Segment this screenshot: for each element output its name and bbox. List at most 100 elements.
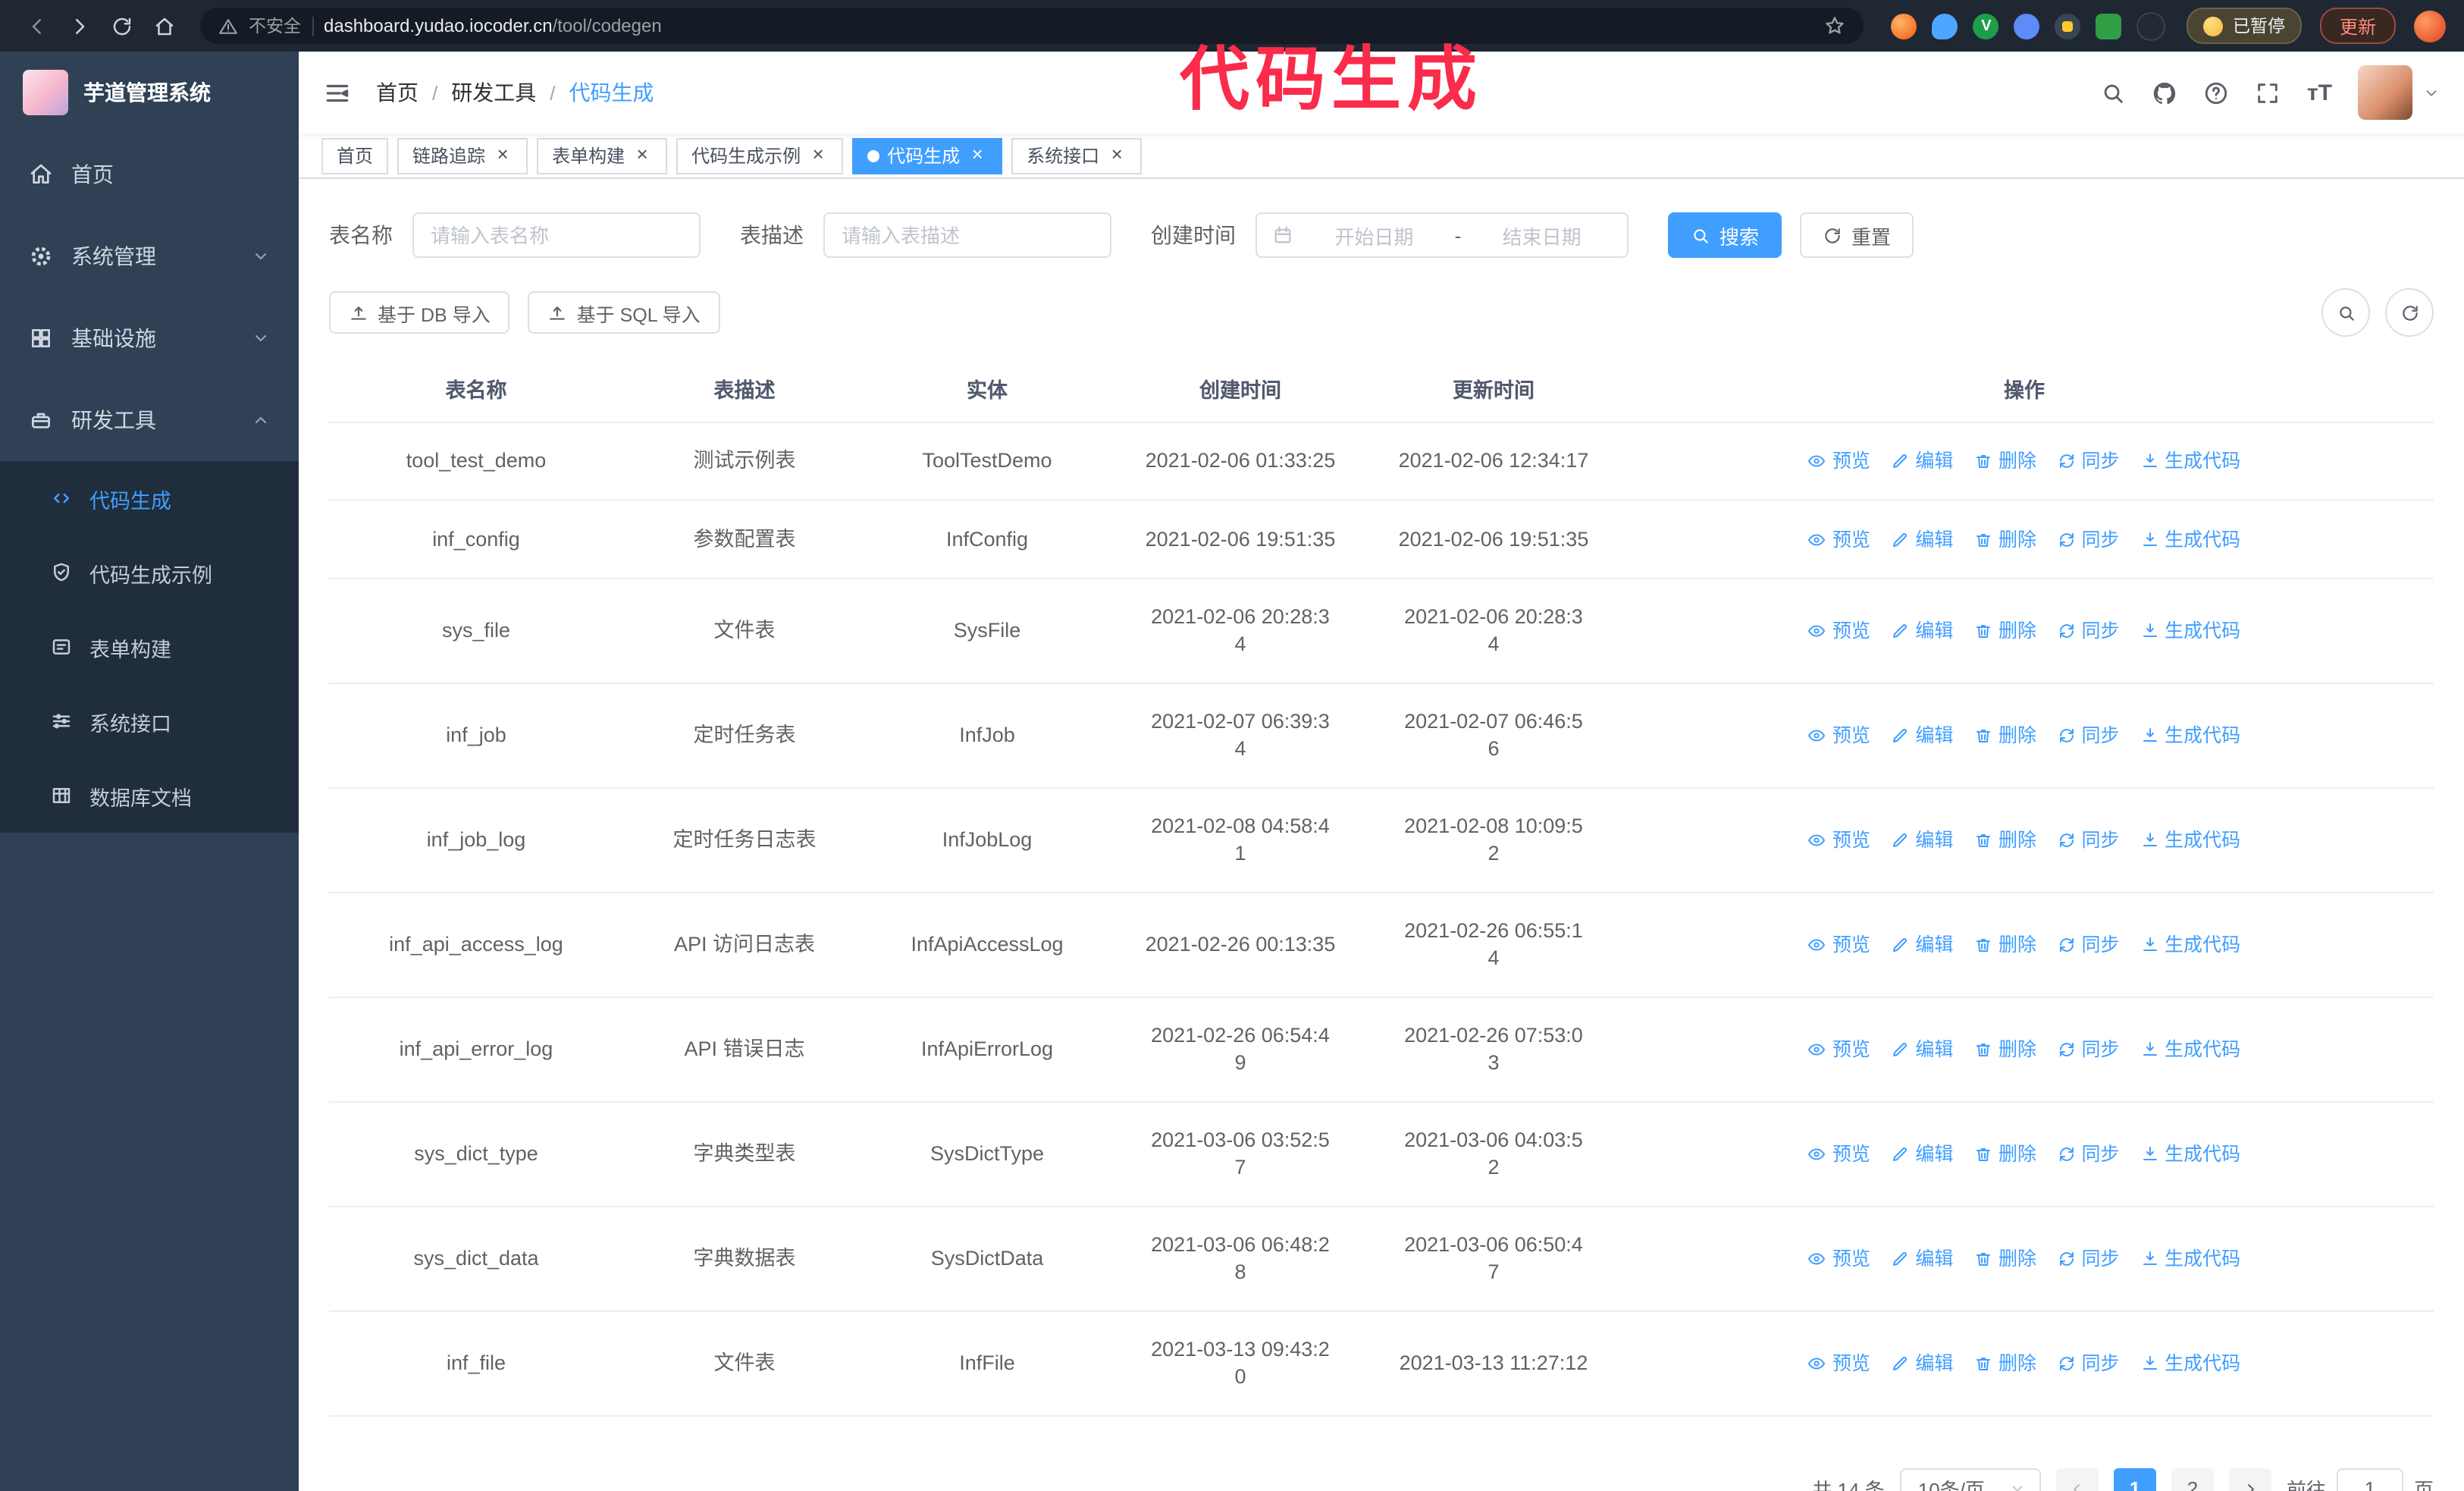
delete-link[interactable]: 删除 — [1974, 722, 2036, 749]
delete-link[interactable]: 删除 — [1974, 827, 2036, 854]
sidebar-item-codegen-example[interactable]: 代码生成示例 — [0, 535, 299, 610]
sync-link[interactable]: 同步 — [2058, 1141, 2120, 1168]
preview-link[interactable]: 预览 — [1808, 1141, 1870, 1168]
sync-link[interactable]: 同步 — [2058, 1350, 2120, 1377]
paused-badge[interactable]: 已暂停 — [2187, 8, 2302, 44]
generate-code-link[interactable]: 生成代码 — [2140, 448, 2240, 476]
delete-link[interactable]: 删除 — [1974, 1245, 2036, 1273]
edit-link[interactable]: 编辑 — [1891, 617, 1953, 645]
generate-code-link[interactable]: 生成代码 — [2140, 722, 2240, 749]
github-button[interactable] — [2152, 80, 2178, 105]
delete-link[interactable]: 删除 — [1974, 931, 2036, 959]
delete-link[interactable]: 删除 — [1974, 1141, 2036, 1168]
fullscreen-button[interactable] — [2256, 80, 2281, 105]
preview-link[interactable]: 预览 — [1808, 1245, 1870, 1273]
generate-code-link[interactable]: 生成代码 — [2140, 931, 2240, 959]
sync-link[interactable]: 同步 — [2058, 617, 2120, 645]
toggle-search-button[interactable] — [2321, 288, 2370, 337]
table-desc-input[interactable] — [823, 212, 1111, 258]
update-button[interactable]: 更新 — [2319, 8, 2396, 44]
close-icon[interactable]: × — [493, 144, 513, 165]
edit-link[interactable]: 编辑 — [1891, 722, 1953, 749]
tab-codegen[interactable]: 代码生成 × — [852, 137, 1003, 174]
sync-link[interactable]: 同步 — [2058, 931, 2120, 959]
edit-link[interactable]: 编辑 — [1891, 827, 1953, 854]
bookmark-star-icon[interactable] — [1825, 15, 1846, 36]
edit-link[interactable]: 编辑 — [1891, 931, 1953, 959]
header-search-button[interactable] — [2101, 80, 2127, 105]
prev-page-button[interactable] — [2055, 1467, 2099, 1491]
import-sql-button[interactable]: 基于 SQL 导入 — [528, 291, 720, 334]
preview-link[interactable]: 预览 — [1808, 526, 1870, 554]
generate-code-link[interactable]: 生成代码 — [2140, 827, 2240, 854]
preview-link[interactable]: 预览 — [1808, 931, 1870, 959]
sync-link[interactable]: 同步 — [2058, 526, 2120, 554]
page-button-1[interactable]: 1 — [2113, 1467, 2156, 1491]
breadcrumb-home[interactable]: 首页 — [376, 77, 419, 108]
refresh-table-button[interactable] — [2385, 288, 2434, 337]
preview-link[interactable]: 预览 — [1808, 722, 1870, 749]
sidebar-item-form-builder[interactable]: 表单构建 — [0, 610, 299, 684]
hamburger-button[interactable] — [323, 78, 352, 107]
sidebar-item-db-doc[interactable]: 数据库文档 — [0, 758, 299, 833]
breadcrumb-devtools[interactable]: 研发工具 — [451, 77, 536, 108]
date-range-picker[interactable]: 开始日期 - 结束日期 — [1256, 212, 1629, 258]
edit-link[interactable]: 编辑 — [1891, 1245, 1953, 1273]
key-extension-icon[interactable] — [2055, 13, 2081, 39]
preview-link[interactable]: 预览 — [1808, 617, 1870, 645]
preview-link[interactable]: 预览 — [1808, 1036, 1870, 1063]
page-button-2[interactable]: 2 — [2171, 1467, 2214, 1491]
sidebar-item-infra[interactable]: 基础设施 — [0, 297, 299, 379]
goto-page-input[interactable] — [2336, 1467, 2403, 1491]
generate-code-link[interactable]: 生成代码 — [2140, 1036, 2240, 1063]
generate-code-link[interactable]: 生成代码 — [2140, 1350, 2240, 1377]
search-button[interactable]: 搜索 — [1668, 212, 1782, 258]
sync-link[interactable]: 同步 — [2058, 722, 2120, 749]
tab-codegen-example[interactable]: 代码生成示例 × — [676, 137, 844, 174]
sidebar-item-codegen[interactable]: 代码生成 — [0, 461, 299, 535]
delete-link[interactable]: 删除 — [1974, 1350, 2036, 1377]
tab-system-api[interactable]: 系统接口 × — [1011, 137, 1143, 174]
close-icon[interactable]: × — [1107, 144, 1127, 165]
reload-button[interactable] — [103, 8, 140, 44]
sync-link[interactable]: 同步 — [2058, 827, 2120, 854]
close-icon[interactable]: × — [808, 144, 828, 165]
edit-link[interactable]: 编辑 — [1891, 1141, 1953, 1168]
delete-link[interactable]: 删除 — [1974, 526, 2036, 554]
edit-link[interactable]: 编辑 — [1891, 448, 1953, 476]
people-extension-icon[interactable] — [2014, 13, 2040, 39]
sidebar-item-system-api[interactable]: 系统接口 — [0, 684, 299, 758]
security-label[interactable]: 不安全 — [249, 14, 301, 38]
sync-link[interactable]: 同步 — [2058, 1036, 2120, 1063]
font-size-button[interactable]: тT — [2307, 81, 2332, 104]
drop-extension-icon[interactable] — [1932, 13, 1958, 39]
generate-code-link[interactable]: 生成代码 — [2140, 1141, 2240, 1168]
fox-extension-icon[interactable] — [1891, 13, 1917, 39]
delete-link[interactable]: 删除 — [1974, 1036, 2036, 1063]
sidebar-item-system[interactable]: 系统管理 — [0, 215, 299, 297]
next-page-button[interactable] — [2228, 1467, 2271, 1491]
tab-home[interactable]: 首页 — [321, 137, 389, 174]
sync-link[interactable]: 同步 — [2058, 1245, 2120, 1273]
leaf-extension-icon[interactable] — [2096, 13, 2122, 39]
delete-link[interactable]: 删除 — [1974, 448, 2036, 476]
sync-link[interactable]: 同步 — [2058, 448, 2120, 476]
generate-code-link[interactable]: 生成代码 — [2140, 526, 2240, 554]
preview-link[interactable]: 预览 — [1808, 448, 1870, 476]
page-size-select[interactable]: 10条/页 — [1899, 1467, 2041, 1491]
table-name-input[interactable] — [412, 212, 701, 258]
reset-button[interactable]: 重置 — [1800, 212, 1914, 258]
tab-tracing[interactable]: 链路追踪 × — [397, 137, 528, 174]
close-icon[interactable]: × — [967, 144, 987, 165]
edit-link[interactable]: 编辑 — [1891, 1036, 1953, 1063]
edit-link[interactable]: 编辑 — [1891, 1350, 1953, 1377]
back-button[interactable] — [18, 8, 55, 44]
forward-button[interactable] — [61, 8, 97, 44]
address-bar[interactable]: 不安全 dashboard.yudao.iocoder.cn/tool/code… — [200, 8, 1864, 44]
close-icon[interactable]: × — [632, 144, 652, 165]
sidebar-item-devtools[interactable]: 研发工具 — [0, 379, 299, 461]
user-menu[interactable] — [2358, 65, 2440, 120]
app-logo[interactable]: 芋道管理系统 — [0, 52, 299, 133]
tab-form-builder[interactable]: 表单构建 × — [537, 137, 668, 174]
paw-extension-icon[interactable] — [2136, 11, 2166, 40]
